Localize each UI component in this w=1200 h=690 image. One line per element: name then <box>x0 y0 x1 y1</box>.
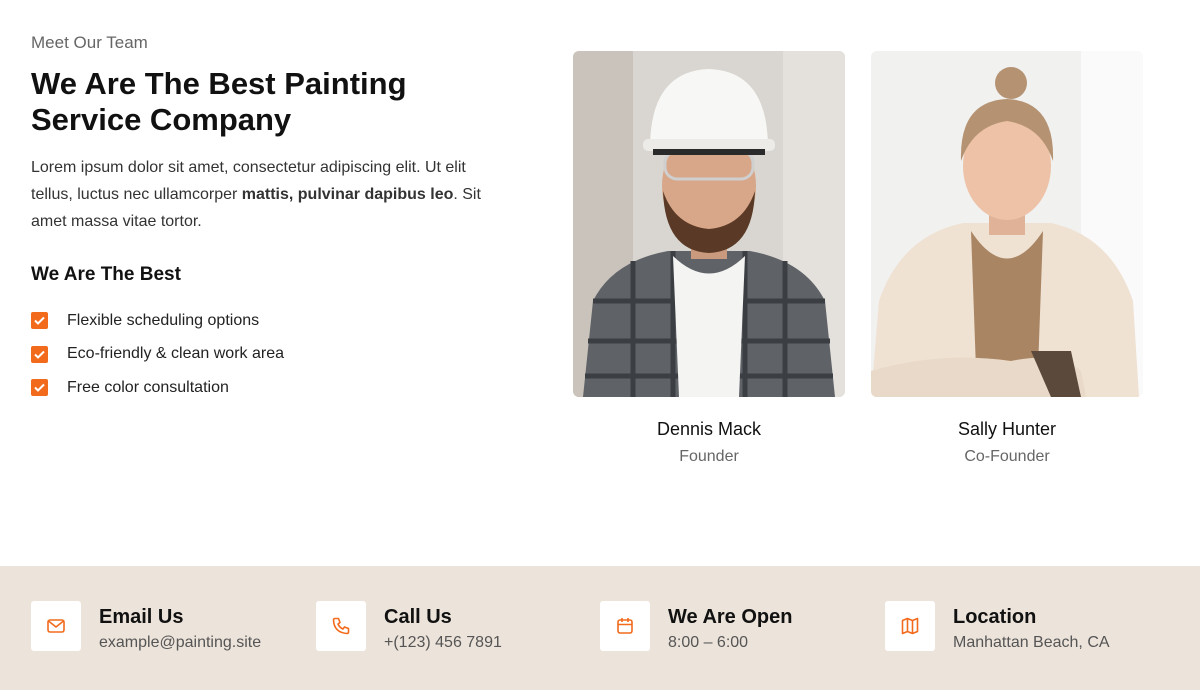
check-icon <box>31 379 48 397</box>
map-icon <box>885 601 935 651</box>
contact-title: Call Us <box>384 606 452 628</box>
team-member-name: Sally Hunter <box>957 419 1057 439</box>
contact-value: 8:00 – 6:00 <box>668 634 749 651</box>
contact-bar: Email Us example@painting.site Call Us +… <box>0 566 1200 690</box>
contact-title: Location <box>953 606 1037 628</box>
feature-item: Flexible scheduling options <box>31 304 284 338</box>
team-member-name: Dennis Mack <box>656 419 762 439</box>
contact-phone[interactable]: Call Us +(123) 456 7891 <box>316 601 502 652</box>
calendar-icon <box>600 601 650 651</box>
team-card: Sally Hunter Co-Founder <box>871 51 1143 466</box>
feature-item: Eco-friendly & clean work area <box>31 338 284 372</box>
contact-hours: We Are Open 8:00 – 6:00 <box>600 601 792 652</box>
contact-value: Manhattan Beach, CA <box>953 634 1110 651</box>
contact-location[interactable]: Location Manhattan Beach, CA <box>885 601 1110 652</box>
check-icon <box>31 312 48 330</box>
team-member-role: Co-Founder <box>964 448 1050 465</box>
contact-title: We Are Open <box>668 606 793 628</box>
feature-label: Free color consultation <box>67 378 229 396</box>
team-member-role: Founder <box>679 448 739 465</box>
phone-icon <box>316 601 366 651</box>
intro-description: Lorem ipsum dolor sit amet, consectetur … <box>31 154 481 235</box>
contact-value: +(123) 456 7891 <box>384 634 502 651</box>
page-title: We Are The Best Painting Service Company <box>31 66 407 137</box>
eyebrow-label: Meet Our Team <box>31 33 148 52</box>
description-bold-text: mattis, pulvinar dapibus leo <box>241 186 454 203</box>
team-photo <box>871 51 1143 397</box>
features-list: Flexible scheduling options Eco-friendly… <box>31 304 284 405</box>
check-icon <box>31 345 48 363</box>
features-heading: We Are The Best <box>31 264 181 285</box>
feature-item: Free color consultation <box>31 371 284 405</box>
team-photo <box>573 51 845 397</box>
contact-value: example@painting.site <box>99 634 262 651</box>
mail-icon <box>31 601 81 651</box>
team-card: Dennis Mack Founder <box>573 51 845 466</box>
contact-title: Email Us <box>99 606 184 628</box>
feature-label: Eco-friendly & clean work area <box>67 345 284 363</box>
contact-email[interactable]: Email Us example@painting.site <box>31 601 261 652</box>
feature-label: Flexible scheduling options <box>67 311 260 329</box>
